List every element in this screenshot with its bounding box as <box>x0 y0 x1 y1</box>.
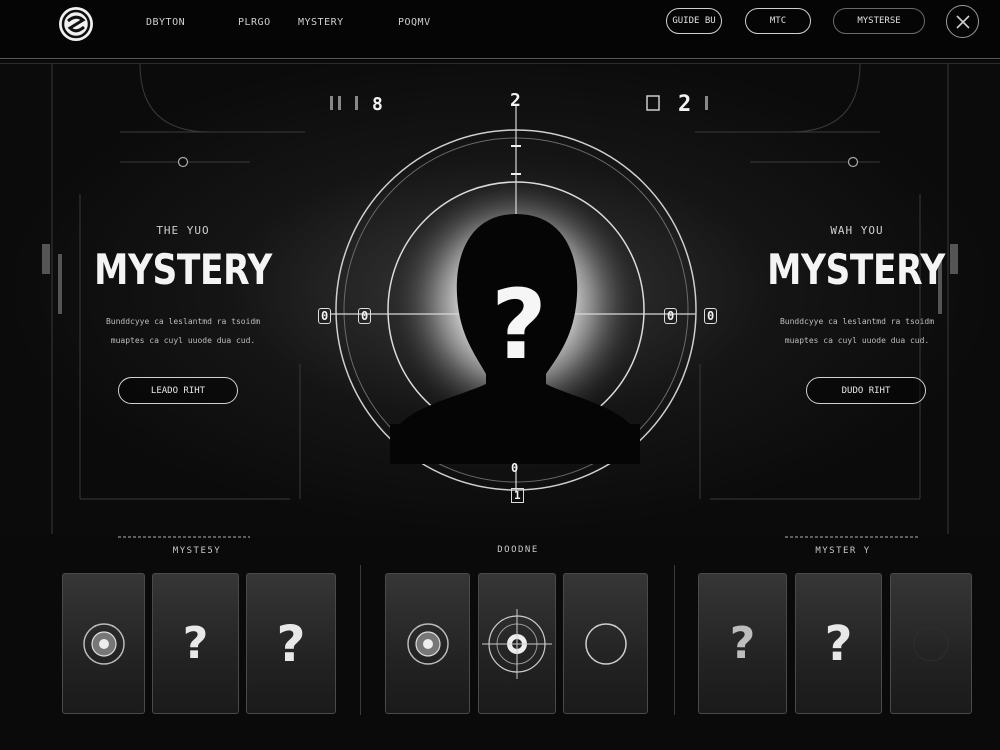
top-bar: DBYTON PLRGO MYSTERY POQMV GUIDE BU MTC … <box>0 0 1000 60</box>
pill-button-2[interactable]: MTC <box>745 8 811 34</box>
question-icon: ? <box>276 614 306 673</box>
target-icon <box>406 622 449 665</box>
section-label-3: MYSTER Y <box>815 546 871 556</box>
hud-right-marker-2: 0 <box>704 308 718 324</box>
reticle-graphic: ? <box>330 104 697 492</box>
hud-top-left-number: 8 <box>372 94 383 115</box>
blank-card-icon <box>913 626 949 661</box>
card-7[interactable]: ? <box>698 573 787 714</box>
section-divider-2 <box>674 565 675 715</box>
hud-top-right-number: 2 <box>678 92 692 117</box>
hud-right-marker: 0 <box>664 308 678 324</box>
header-divider <box>0 58 1000 59</box>
card-5[interactable] <box>478 573 556 714</box>
card-9[interactable] <box>890 573 972 714</box>
ring-icon <box>584 622 627 665</box>
card-4[interactable] <box>385 573 470 714</box>
close-icon <box>955 14 970 29</box>
card-8[interactable]: ? <box>795 573 882 714</box>
left-panel-subtitle: THE YUO <box>156 224 210 237</box>
question-mark-icon: ? <box>491 269 547 381</box>
target-icon <box>82 622 125 665</box>
card-2[interactable]: ? <box>152 573 239 714</box>
card-6[interactable] <box>563 573 648 714</box>
nav-item-2[interactable]: PLRGO <box>238 17 271 28</box>
pill-button-1[interactable]: GUIDE BU <box>666 8 722 34</box>
close-button[interactable] <box>946 5 979 38</box>
card-1[interactable] <box>62 573 145 714</box>
hud-top-center-number: 2 <box>510 90 521 111</box>
left-panel-title: MYSTERY <box>94 245 272 294</box>
right-panel-button[interactable]: DUDO RIHT <box>806 377 926 404</box>
question-icon: ? <box>729 618 756 669</box>
hud-left-marker: 0 <box>318 308 332 324</box>
hud-bottom-number: 0 <box>511 461 519 475</box>
section-label-2: DOODNE <box>497 545 539 555</box>
nav-item-1[interactable]: DBYTON <box>146 17 185 28</box>
nav-item-4[interactable]: POQMV <box>398 17 431 28</box>
logo-icon[interactable] <box>59 7 93 41</box>
question-icon: ? <box>824 615 853 672</box>
crosshair-icon <box>482 608 552 679</box>
right-panel-subtitle: WAH YOU <box>830 224 884 237</box>
section-divider-1 <box>360 565 361 715</box>
hud-bottom-small: 1 <box>511 488 524 503</box>
left-panel-desc-line2: muaptes ca cuyl uuode dua cud. <box>110 336 256 345</box>
right-panel-desc-line2: muaptes ca cuyl uuode dua cud. <box>784 336 930 345</box>
nav-item-3[interactable]: MYSTERY <box>298 17 344 28</box>
hud-left-marker-2: 0 <box>358 308 372 324</box>
right-panel-title: MYSTERY <box>767 245 945 294</box>
question-icon: ? <box>182 618 209 669</box>
card-3[interactable]: ? <box>246 573 336 714</box>
pill-button-3[interactable]: MYSTERSE <box>833 8 925 34</box>
left-panel-button[interactable]: LEADO RIHT <box>118 377 238 404</box>
section-label-1: MYSTE5Y <box>172 546 222 556</box>
